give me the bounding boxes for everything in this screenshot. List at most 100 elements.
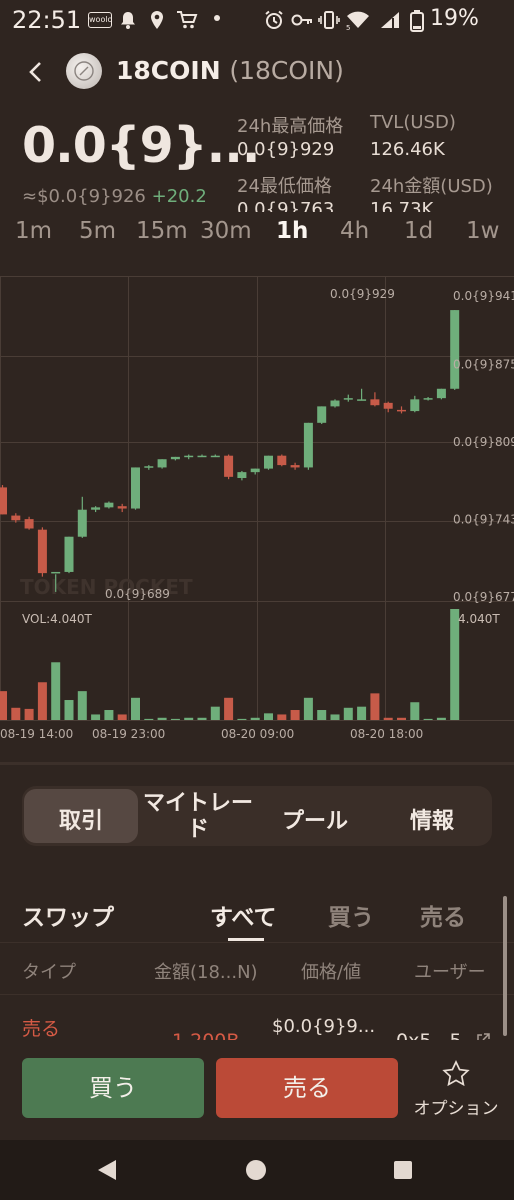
recents-square-icon[interactable] [393,1160,413,1180]
dot-icon [214,15,220,21]
candle [224,455,234,477]
divider [0,994,514,995]
volume-bar [317,710,327,720]
volume-bar [330,714,340,720]
interval-tab-4h[interactable]: 4h [340,218,369,244]
volume-bar [157,717,167,720]
candle [357,399,367,401]
candle [170,456,180,460]
candle [423,398,433,400]
volume-bar [264,713,273,720]
candle [91,507,101,510]
coin-symbol: (18COIN) [229,56,344,85]
candle [104,502,114,508]
segment-tab-info[interactable]: 情報 [372,803,492,835]
row-type: 売る [22,1018,61,1040]
interval-tab-1w[interactable]: 1w [466,218,499,244]
stat-volume-label: 24h金額(USD) [370,176,493,197]
candle [24,519,34,529]
back-triangle-icon[interactable] [96,1158,118,1182]
volume-label: VOL:4.040T [22,612,93,626]
candle [250,468,260,473]
volume-bar [357,706,367,720]
volume-bar [64,700,74,720]
price-tick-label: 0.0{9}875 [453,358,514,372]
location-icon [149,10,165,30]
candle [436,388,446,399]
candle [237,472,247,479]
price-tick-label: 0.0{9}743 [453,513,514,527]
sell-button[interactable]: 売る [216,1058,398,1118]
price-axis: 0.0{9}941 0.0{9}875 0.0{9}809 0.0{9}743 0.0{… [453,289,514,604]
price-tick-label: 0.0{9}677 [453,590,514,604]
price-usd-value: ≈$0.0{9}926 [22,186,146,207]
vibrate-icon [318,10,340,30]
star-icon [442,1060,470,1087]
candle [11,515,21,521]
key-icon [290,10,314,30]
interval-tab-30m[interactable]: 30m [200,218,252,244]
buy-button[interactable]: 買う [22,1058,204,1118]
candle [197,455,207,458]
volume-bar [197,717,207,720]
stat-low-label: 24最低価格 [237,176,332,197]
back-button[interactable] [20,55,54,89]
segment-tab-trade[interactable]: 取引 [24,803,138,835]
table-row[interactable]: 売る 1.200B $0.0{9}9... 0x5...5 [0,996,514,1040]
candle [157,459,167,468]
home-circle-icon[interactable] [245,1159,267,1181]
interval-tab-5m[interactable]: 5m [79,218,116,244]
volume-bar [144,718,154,720]
volume-bar [0,691,7,720]
navigation-bar [0,1140,514,1200]
interval-tab-1h[interactable]: 1h [276,218,308,244]
price-change: +20.2 [151,186,207,207]
time-tick-label: 08-20 09:00 [221,727,294,741]
volume-bar [24,708,34,720]
column-header-amount: 金額(18...N) [154,962,258,983]
volume-bar [410,702,420,720]
interval-tab-1m[interactable]: 1m [15,218,52,244]
price-tick-label: 0.0{9}809 [453,435,514,449]
column-header-price: 価格/値 [301,962,362,983]
segment-tab-pool[interactable]: プール [258,803,372,835]
candle [330,400,340,407]
candle [370,399,380,406]
volume-bar [370,693,380,720]
price-tick-label: 0.0{9}941 [453,289,514,303]
stat-high-value: 0.0{9}929 [237,139,335,160]
volume-bar [91,714,101,720]
volume-bar [170,718,180,720]
low-price-marker: 0.0{9}689 [105,587,170,601]
volume-bar [224,697,234,720]
candle [184,455,194,458]
volume-bar [237,718,247,720]
stat-tvl-label: TVL(USD) [370,112,456,133]
interval-tab-15m[interactable]: 15m [136,218,188,244]
row-user[interactable]: 0x5...5 [396,1030,462,1040]
option-button[interactable]: オプション [408,1060,504,1120]
stat-tvl-value: 126.46K [370,139,445,160]
interval-tab-1d[interactable]: 1d [404,218,433,244]
volume-bar [250,717,260,720]
price-chart[interactable]: TOKEN POCKET 0.0{9}9410.0{9}8750.0{9}809… [0,276,514,746]
time-tick-label: 08-19 23:00 [92,727,165,741]
option-label: オプション [413,1099,499,1119]
filter-tab-all[interactable]: すべて [210,898,276,932]
segment-tabs: 取引 マイトレード プール 情報 [22,786,492,846]
volume-bar [184,717,194,720]
time-tick-label: 08-20 18:00 [350,727,423,741]
volume-bar [436,717,446,720]
coin-title: 18COIN (18COIN) [116,56,344,85]
filter-tab-buy[interactable]: 買う [328,898,374,932]
volume-bar [11,707,21,720]
candle [450,310,460,389]
external-link-icon[interactable] [476,1032,490,1040]
filter-tab-sell[interactable]: 売る [420,898,466,932]
row-amount: 1.200B [172,1030,239,1040]
segment-tab-my-trades[interactable]: マイトレード [138,791,258,843]
coin-name: 18COIN [116,56,221,85]
candle [264,455,273,469]
volume-bar [51,662,61,720]
wifi-icon: 5 [346,10,370,32]
